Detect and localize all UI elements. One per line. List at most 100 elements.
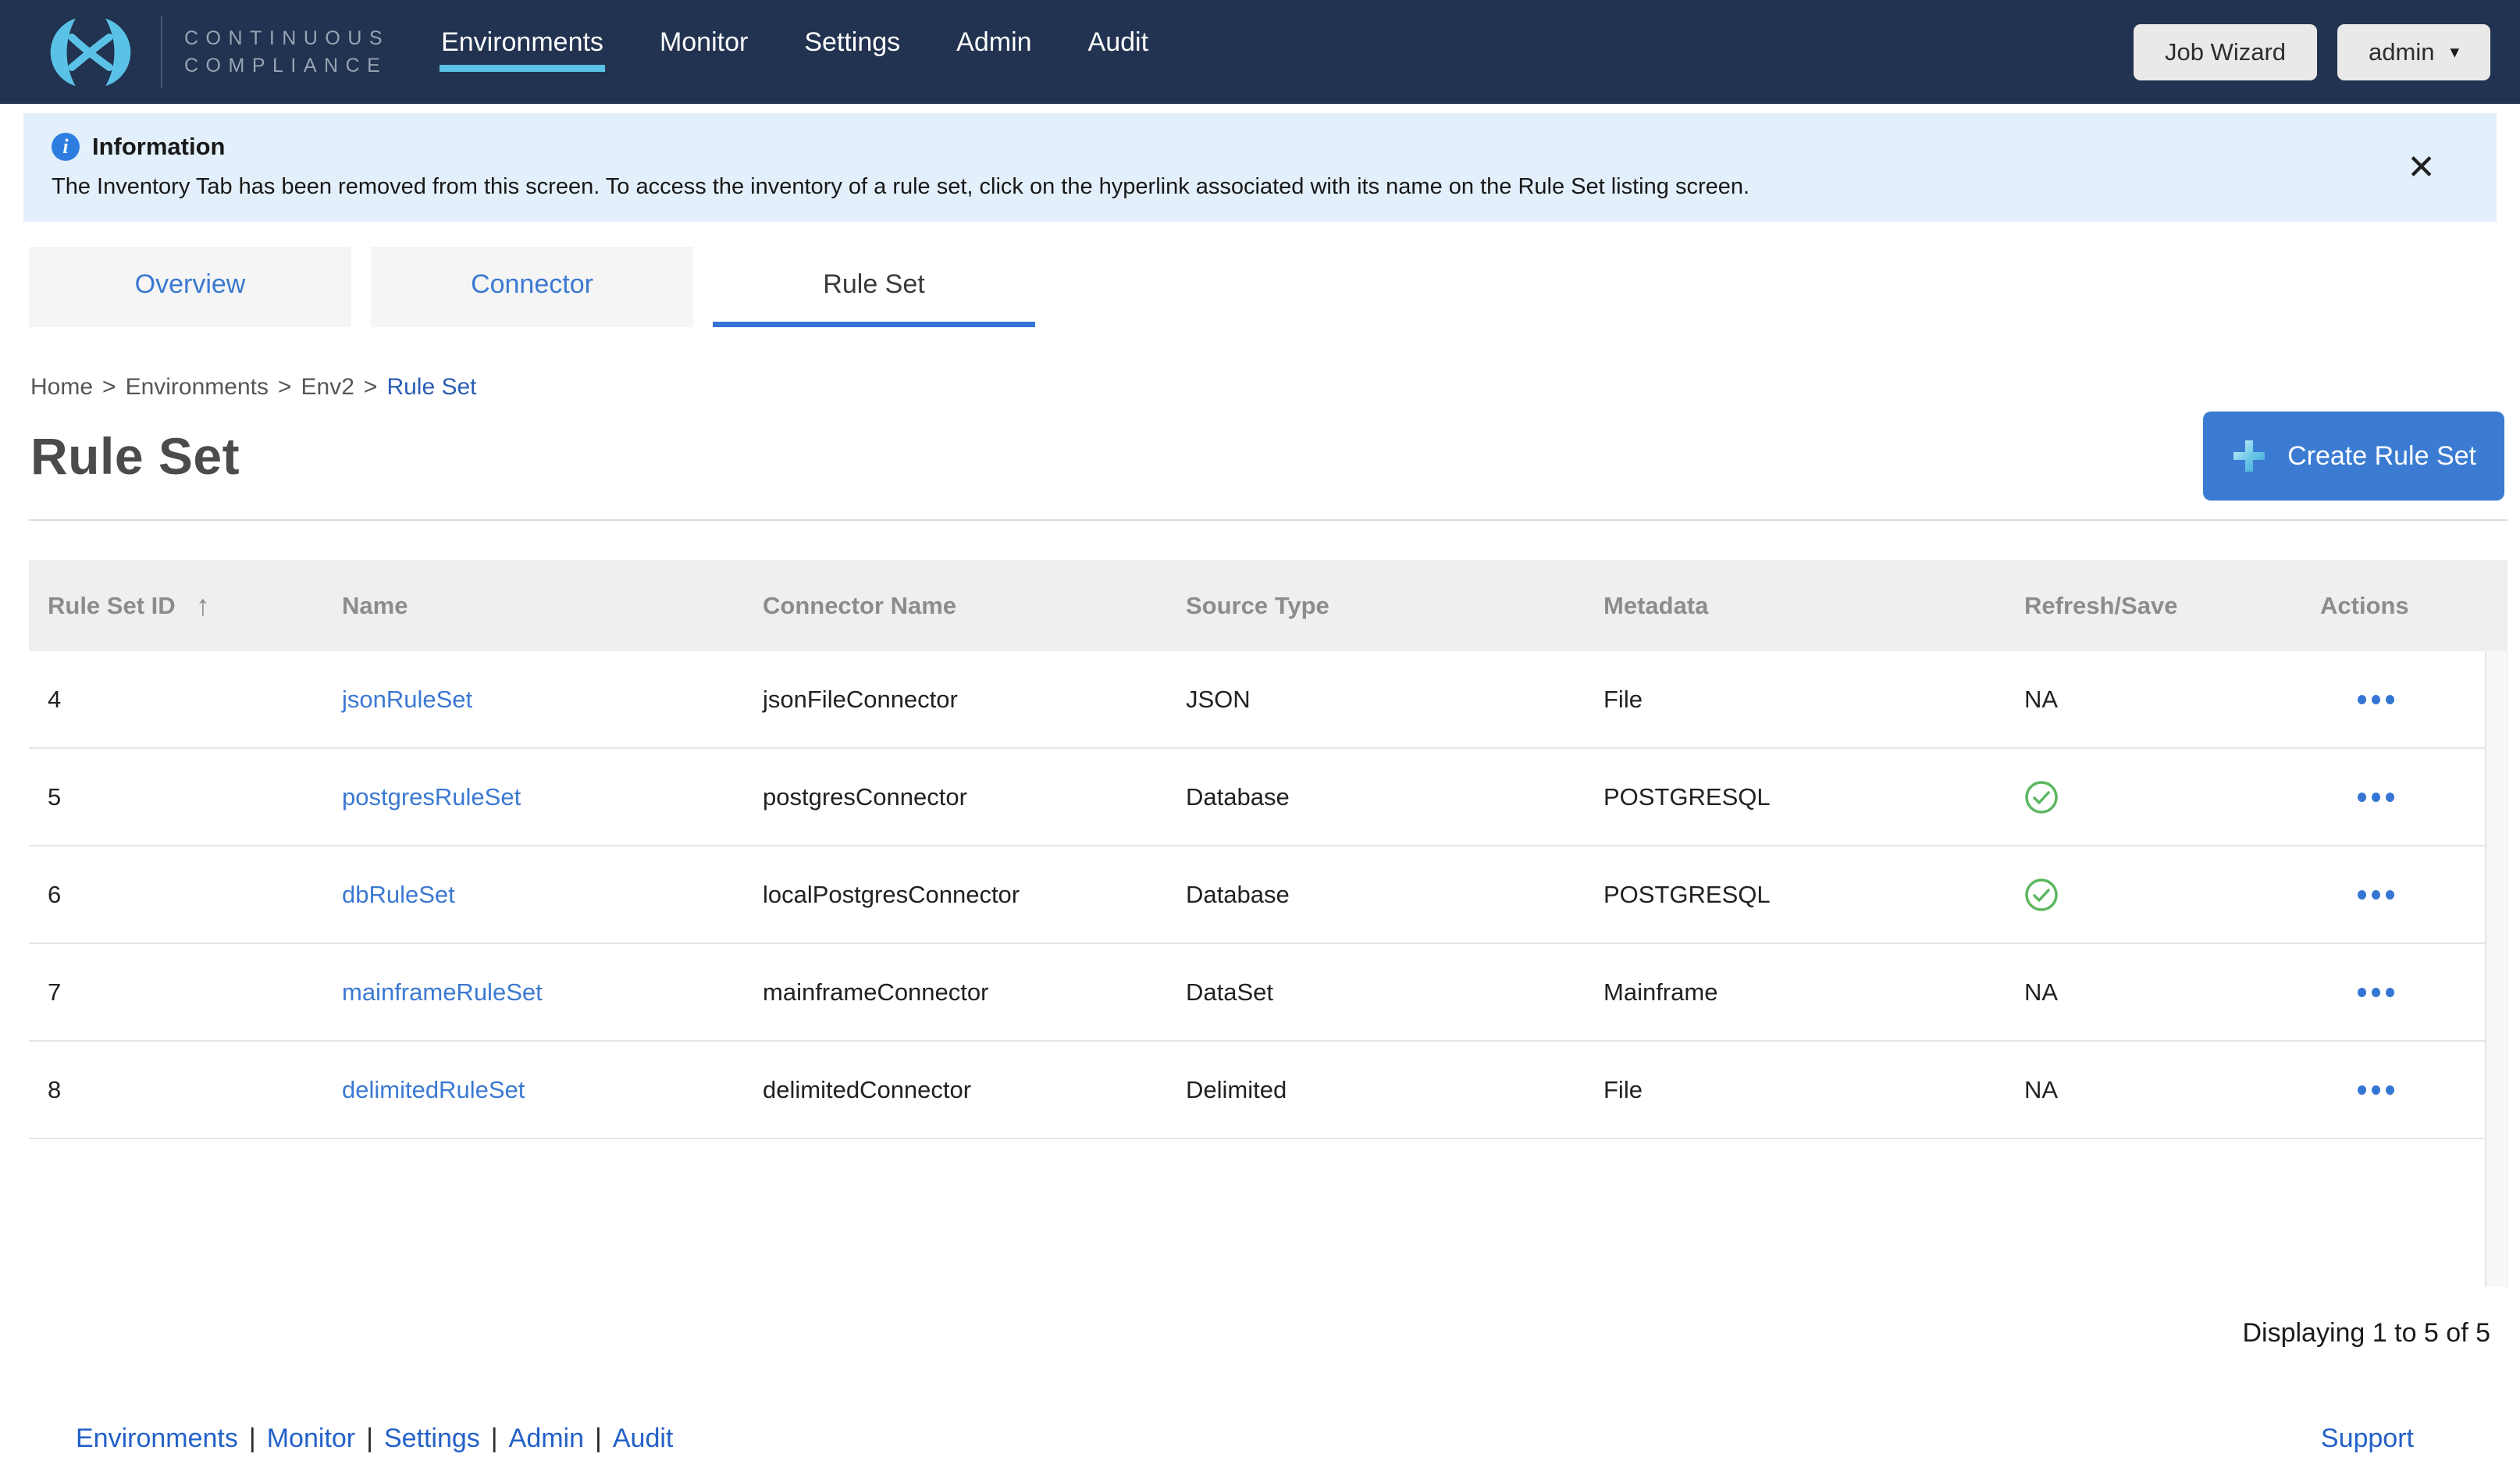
nav-audit[interactable]: Audit xyxy=(1088,27,1149,58)
footer-link-admin[interactable]: Admin xyxy=(509,1423,584,1453)
rule-set-name-link[interactable]: delimitedRuleSet xyxy=(342,1076,525,1104)
col-header-source-type[interactable]: Source Type xyxy=(1167,592,1585,620)
col-header-refresh-save[interactable]: Refresh/Save xyxy=(2006,592,2301,620)
job-wizard-button[interactable]: Job Wizard xyxy=(2134,24,2317,80)
row-actions-button[interactable] xyxy=(2301,890,2486,900)
ellipsis-icon xyxy=(2372,793,2380,802)
col-header-name[interactable]: Name xyxy=(323,592,744,620)
col-header-label: Source Type xyxy=(1186,592,1329,620)
footer-separator: | xyxy=(249,1423,256,1453)
footer-link-monitor[interactable]: Monitor xyxy=(267,1423,355,1453)
row-actions-button[interactable] xyxy=(2301,695,2486,704)
nav-settings[interactable]: Settings xyxy=(804,27,900,58)
page-header: Rule Set Create Rule Set xyxy=(30,412,2504,501)
ellipsis-icon xyxy=(2358,890,2366,900)
cell-refresh-save xyxy=(2006,878,2301,912)
footer-separator: | xyxy=(491,1423,498,1453)
footer-separator: | xyxy=(366,1423,373,1453)
ellipsis-icon xyxy=(2386,988,2394,997)
col-header-label: Refresh/Save xyxy=(2024,592,2177,620)
breadcrumb-environments[interactable]: Environments xyxy=(126,374,269,400)
table-row: 8 delimitedRuleSet delimitedConnector De… xyxy=(29,1042,2485,1139)
table-row: 6 dbRuleSet localPostgresConnector Datab… xyxy=(29,846,2485,944)
cell-rule-set-id: 4 xyxy=(29,686,323,714)
breadcrumb-separator: > xyxy=(364,374,378,400)
table-row: 5 postgresRuleSet postgresConnector Data… xyxy=(29,749,2485,846)
navbar-right: Job Wizard admin ▾ xyxy=(2134,24,2490,80)
cell-connector-name: mainframeConnector xyxy=(744,978,1167,1007)
col-header-label: Rule Set ID xyxy=(48,592,176,620)
breadcrumb-rule-set[interactable]: Rule Set xyxy=(386,374,476,400)
rule-set-name-link[interactable]: dbRuleSet xyxy=(342,881,455,909)
nav-monitor[interactable]: Monitor xyxy=(660,27,748,58)
table-rows: 4 jsonRuleSet jsonFileConnector JSON Fil… xyxy=(29,651,2486,1287)
breadcrumb-home[interactable]: Home xyxy=(30,374,93,400)
nav-environments[interactable]: Environments xyxy=(441,27,603,58)
user-menu-button[interactable]: admin ▾ xyxy=(2337,24,2490,80)
row-actions-button[interactable] xyxy=(2301,1085,2486,1095)
ellipsis-icon xyxy=(2358,988,2366,997)
rule-set-name-link[interactable]: mainframeRuleSet xyxy=(342,978,543,1007)
brand: CONTINUOUS COMPLIANCE xyxy=(41,15,390,90)
rule-set-name-link[interactable]: jsonRuleSet xyxy=(342,686,472,714)
tab-overview[interactable]: Overview xyxy=(29,247,351,327)
footer-link-audit[interactable]: Audit xyxy=(613,1423,674,1453)
col-header-rule-set-id[interactable]: Rule Set ID ↑ xyxy=(29,590,323,622)
brand-divider xyxy=(161,16,162,88)
col-header-label: Actions xyxy=(2320,592,2409,620)
cell-source-type: Database xyxy=(1167,881,1585,909)
rule-set-table: Rule Set ID ↑ Name Connector Name Source Typ… xyxy=(29,560,2508,1287)
col-header-metadata[interactable]: Metadata xyxy=(1585,592,2006,620)
refresh-success-icon xyxy=(2024,780,2059,814)
primary-nav: Environments Monitor Settings Admin Audit xyxy=(441,27,1148,77)
cell-rule-set-id: 7 xyxy=(29,978,323,1007)
cell-metadata: POSTGRESQL xyxy=(1585,881,2006,909)
sort-ascending-icon: ↑ xyxy=(196,590,211,622)
footer-link-settings[interactable]: Settings xyxy=(384,1423,480,1453)
info-banner: i Information The Inventory Tab has been… xyxy=(23,113,2497,222)
scrollbar[interactable] xyxy=(2486,651,2508,1287)
cell-metadata: POSTGRESQL xyxy=(1585,783,2006,811)
cell-refresh-save xyxy=(2006,780,2301,814)
col-header-actions[interactable]: Actions xyxy=(2301,592,2486,620)
footer: Environments|Monitor|Settings|Admin|Audi… xyxy=(0,1423,2520,1454)
row-actions-button[interactable] xyxy=(2301,988,2486,997)
ellipsis-icon xyxy=(2372,1085,2380,1095)
ellipsis-icon xyxy=(2386,890,2394,900)
footer-link-environments[interactable]: Environments xyxy=(76,1423,238,1453)
tab-connector[interactable]: Connector xyxy=(371,247,693,327)
nav-admin[interactable]: Admin xyxy=(956,27,1031,58)
rule-set-name-link[interactable]: postgresRuleSet xyxy=(342,783,521,811)
cell-connector-name: jsonFileConnector xyxy=(744,686,1167,714)
tab-rule-set[interactable]: Rule Set xyxy=(713,247,1035,327)
ellipsis-icon xyxy=(2358,793,2366,802)
ellipsis-icon xyxy=(2358,1085,2366,1095)
row-actions-button[interactable] xyxy=(2301,793,2486,802)
create-rule-set-button[interactable]: Create Rule Set xyxy=(2203,412,2504,501)
divider xyxy=(29,519,2508,521)
info-icon: i xyxy=(52,133,80,161)
cell-source-type: Delimited xyxy=(1167,1076,1585,1104)
ellipsis-icon xyxy=(2386,1085,2394,1095)
table-row: 4 jsonRuleSet jsonFileConnector JSON Fil… xyxy=(29,651,2485,749)
create-rule-set-label: Create Rule Set xyxy=(2287,441,2476,472)
col-header-label: Connector Name xyxy=(763,592,956,620)
info-banner-title: Information xyxy=(92,133,226,161)
footer-nav: Environments|Monitor|Settings|Admin|Audi… xyxy=(76,1423,673,1454)
cell-metadata: File xyxy=(1585,1076,2006,1104)
cell-connector-name: localPostgresConnector xyxy=(744,881,1167,909)
footer-support-link[interactable]: Support xyxy=(2321,1423,2414,1454)
cell-source-type: DataSet xyxy=(1167,978,1585,1007)
ellipsis-icon xyxy=(2358,695,2366,704)
cell-connector-name: delimitedConnector xyxy=(744,1076,1167,1104)
brand-line2: COMPLIANCE xyxy=(184,52,390,80)
breadcrumb-separator: > xyxy=(278,374,292,400)
cell-source-type: JSON xyxy=(1167,686,1585,714)
cell-metadata: File xyxy=(1585,686,2006,714)
brand-line1: CONTINUOUS xyxy=(184,25,390,52)
table-body: 4 jsonRuleSet jsonFileConnector JSON Fil… xyxy=(29,651,2508,1287)
breadcrumb-env2[interactable]: Env2 xyxy=(301,374,354,400)
col-header-connector-name[interactable]: Connector Name xyxy=(744,592,1167,620)
close-icon[interactable]: ✕ xyxy=(2407,151,2436,185)
cell-connector-name: postgresConnector xyxy=(744,783,1167,811)
